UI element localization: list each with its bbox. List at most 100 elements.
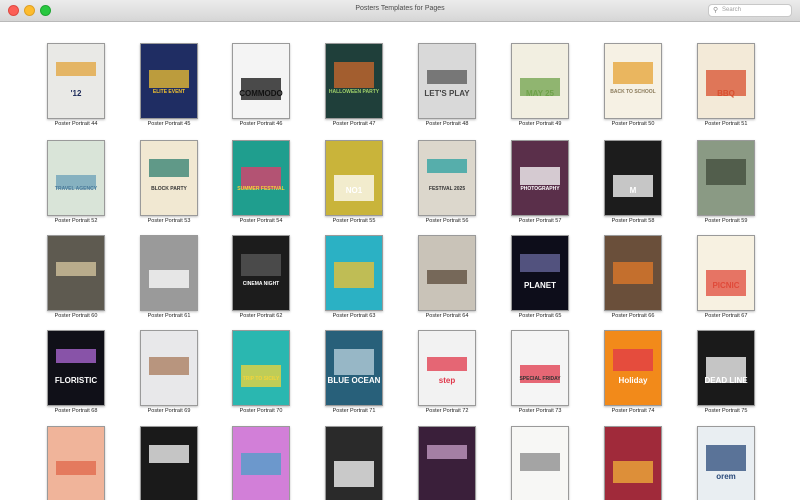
poster-thumbnail[interactable]: TRAVEL AGENCY bbox=[47, 140, 105, 216]
poster-thumbnail[interactable]: M bbox=[604, 140, 662, 216]
poster-headline: HALLOWEEN PARTY bbox=[328, 89, 380, 95]
poster-accent-band bbox=[427, 357, 467, 371]
poster-headline: '12 bbox=[70, 89, 82, 98]
poster-thumbnail[interactable]: ELITE EVENT bbox=[140, 43, 198, 119]
poster-thumbnail[interactable]: DEAD LINE bbox=[697, 330, 755, 406]
poster-thumbnail[interactable]: COMMODO bbox=[232, 43, 290, 119]
poster-headline: SUMMER FESTIVAL bbox=[237, 186, 285, 192]
poster-accent-band bbox=[427, 445, 467, 459]
poster-thumbnail[interactable]: '12 bbox=[47, 43, 105, 119]
poster-artwork bbox=[419, 44, 475, 118]
poster-accent-band bbox=[241, 453, 281, 475]
poster-thumbnail[interactable] bbox=[140, 235, 198, 311]
poster-thumbnail[interactable]: SPECIAL FRIDAY bbox=[511, 330, 569, 406]
poster-thumbnail[interactable]: TRIP TO SICILY bbox=[232, 330, 290, 406]
poster-thumbnail[interactable]: FESTIVAL 2025 bbox=[418, 140, 476, 216]
app-window: Posters Templates for Pages ⚲ Search '12… bbox=[0, 0, 800, 500]
poster-accent-band bbox=[56, 461, 96, 475]
poster-thumbnail[interactable]: CINEMA NIGHT bbox=[232, 235, 290, 311]
poster-accent-band bbox=[334, 349, 374, 375]
search-field[interactable]: ⚲ Search bbox=[708, 4, 792, 17]
poster-headline: CINEMA NIGHT bbox=[242, 281, 280, 287]
poster-thumbnail[interactable]: orem bbox=[697, 426, 755, 500]
poster-artwork bbox=[141, 44, 197, 118]
poster-thumbnail[interactable]: PICNIC bbox=[697, 235, 755, 311]
poster-thumbnail[interactable] bbox=[511, 426, 569, 500]
poster-thumbnail[interactable] bbox=[140, 426, 198, 500]
poster-artwork bbox=[48, 427, 104, 500]
poster-artwork bbox=[141, 427, 197, 500]
poster-accent-band bbox=[706, 445, 746, 471]
poster-accent-band bbox=[334, 62, 374, 88]
poster-headline: TRIP TO SICILY bbox=[242, 376, 280, 382]
poster-artwork bbox=[233, 331, 289, 405]
poster-thumbnail[interactable] bbox=[418, 235, 476, 311]
poster-accent-band bbox=[427, 70, 467, 84]
poster-thumbnail[interactable] bbox=[325, 235, 383, 311]
poster-headline: orem bbox=[716, 472, 736, 481]
poster-thumbnail[interactable]: step bbox=[418, 330, 476, 406]
poster-headline: MAY 25 bbox=[525, 89, 555, 98]
poster-thumbnail[interactable]: BBQ bbox=[697, 43, 755, 119]
poster-accent-band bbox=[427, 159, 467, 173]
poster-thumbnail[interactable] bbox=[232, 426, 290, 500]
poster-thumbnail[interactable] bbox=[325, 426, 383, 500]
poster-accent-band bbox=[520, 254, 560, 272]
poster-thumbnail[interactable]: MAY 25 bbox=[511, 43, 569, 119]
poster-artwork bbox=[141, 331, 197, 405]
poster-artwork bbox=[326, 427, 382, 500]
poster-artwork bbox=[605, 236, 661, 310]
poster-artwork bbox=[326, 236, 382, 310]
poster-artwork bbox=[48, 236, 104, 310]
poster-thumbnail[interactable]: BLOCK PARTY bbox=[140, 140, 198, 216]
poster-headline: Holiday bbox=[618, 376, 648, 385]
poster-artwork bbox=[141, 236, 197, 310]
poster-artwork bbox=[419, 427, 475, 500]
poster-artwork bbox=[512, 427, 568, 500]
poster-accent-band bbox=[520, 167, 560, 185]
poster-artwork bbox=[698, 331, 754, 405]
poster-thumbnail[interactable]: PLANET bbox=[511, 235, 569, 311]
poster-artwork bbox=[141, 141, 197, 215]
poster-thumbnail[interactable] bbox=[604, 426, 662, 500]
poster-artwork bbox=[48, 44, 104, 118]
poster-thumbnail[interactable]: SUMMER FESTIVAL bbox=[232, 140, 290, 216]
poster-artwork bbox=[326, 331, 382, 405]
poster-artwork bbox=[233, 236, 289, 310]
poster-headline: PLANET bbox=[524, 281, 556, 290]
poster-accent-band bbox=[56, 62, 96, 76]
poster-headline: FESTIVAL 2025 bbox=[428, 186, 466, 192]
poster-artwork bbox=[698, 236, 754, 310]
poster-headline: COMMODO bbox=[239, 89, 283, 98]
poster-thumbnail[interactable]: BACK TO SCHOOL bbox=[604, 43, 662, 119]
poster-accent-band bbox=[613, 461, 653, 483]
search-placeholder: Search bbox=[722, 7, 742, 13]
poster-artwork bbox=[605, 331, 661, 405]
poster-thumbnail[interactable] bbox=[47, 426, 105, 500]
poster-thumbnail[interactable]: HALLOWEEN PARTY bbox=[325, 43, 383, 119]
poster-thumbnail[interactable] bbox=[697, 140, 755, 216]
poster-thumbnail[interactable]: Holiday bbox=[604, 330, 662, 406]
poster-artwork bbox=[48, 141, 104, 215]
poster-thumbnail[interactable]: NO1 bbox=[325, 140, 383, 216]
poster-thumbnail[interactable] bbox=[604, 235, 662, 311]
poster-artwork bbox=[419, 331, 475, 405]
poster-artwork bbox=[605, 141, 661, 215]
poster-headline: TRAVEL AGENCY bbox=[54, 186, 98, 192]
poster-accent-band bbox=[334, 262, 374, 288]
poster-thumbnail[interactable]: FLORISTIC bbox=[47, 330, 105, 406]
poster-thumbnail[interactable]: BLUE OCEAN bbox=[325, 330, 383, 406]
poster-accent-band bbox=[613, 262, 653, 284]
poster-headline: BLUE OCEAN bbox=[327, 376, 381, 385]
poster-artwork bbox=[233, 427, 289, 500]
poster-headline: BLOCK PARTY bbox=[151, 186, 187, 192]
poster-thumbnail[interactable] bbox=[418, 426, 476, 500]
poster-accent-band bbox=[149, 70, 189, 88]
poster-thumbnail[interactable]: LET'S PLAY bbox=[418, 43, 476, 119]
poster-label: Poster Portrait 75 bbox=[704, 408, 748, 414]
poster-label: Poster Portrait 51 bbox=[704, 121, 748, 127]
poster-thumbnail[interactable] bbox=[47, 235, 105, 311]
poster-thumbnail[interactable] bbox=[140, 330, 198, 406]
poster-thumbnail[interactable]: PHOTOGRAPHY bbox=[511, 140, 569, 216]
poster-label: Poster Portrait 59 bbox=[704, 218, 748, 224]
